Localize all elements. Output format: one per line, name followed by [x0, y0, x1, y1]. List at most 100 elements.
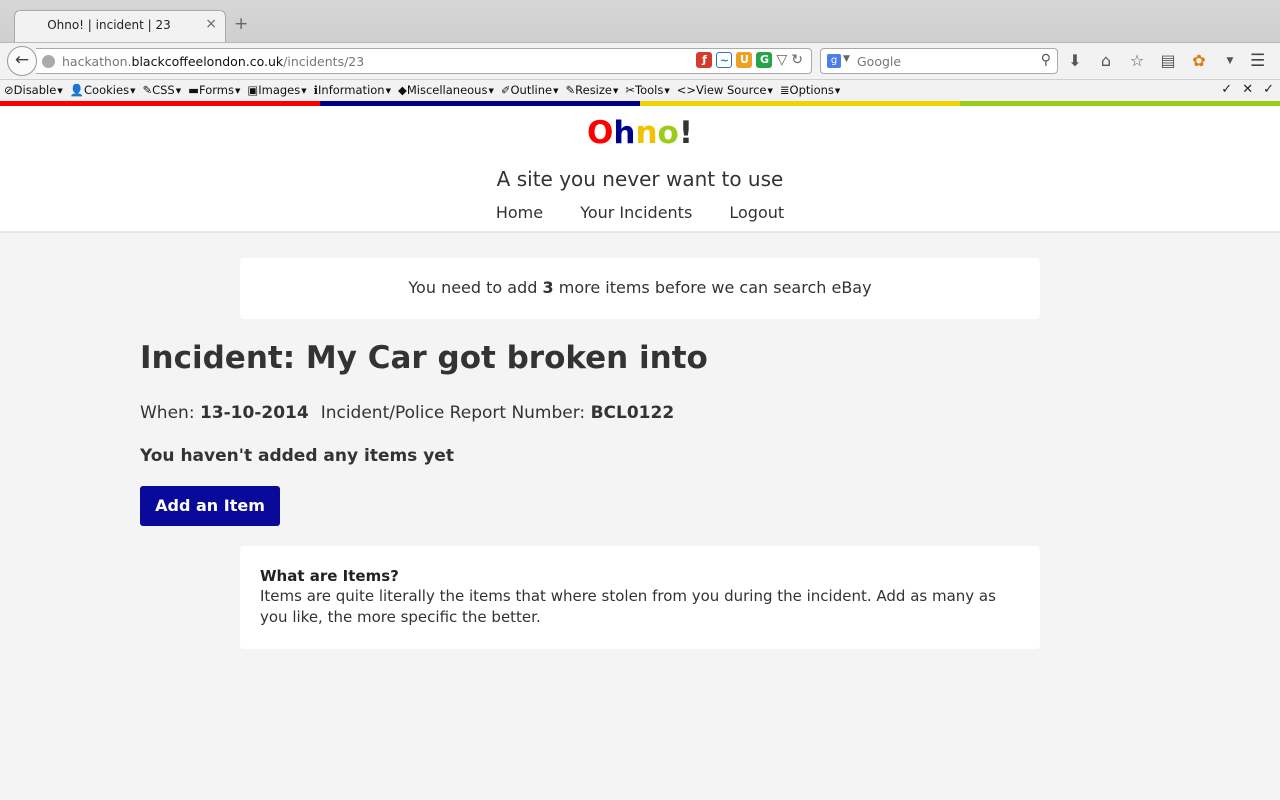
devtool-label: Information: [318, 83, 385, 97]
search-bar[interactable]: g ▼ Google ⚲: [820, 48, 1058, 74]
back-button[interactable]: ←: [7, 46, 37, 76]
google-engine-icon[interactable]: g: [827, 54, 841, 68]
notice-text: You need to add 3 more items before we c…: [408, 278, 872, 297]
logo-letter-h: h: [613, 115, 636, 151]
devtool-images-menu[interactable]: ▣Images▼: [247, 83, 306, 97]
devtool-label: Disable: [13, 83, 57, 97]
home-icon[interactable]: ⌂: [1097, 51, 1115, 70]
devtool-options-menu[interactable]: ≣Options▼: [780, 83, 840, 97]
chevron-down-icon: ▼: [767, 86, 773, 95]
addon-icon[interactable]: ✿: [1190, 51, 1208, 70]
search-icon[interactable]: ⚲: [1041, 52, 1051, 68]
chevron-down-icon: ▼: [385, 86, 391, 95]
logo-exclamation: !: [678, 115, 693, 151]
chevron-down-icon: ▼: [553, 86, 559, 95]
nav-your-incidents-link[interactable]: Your Incidents: [580, 203, 692, 222]
options-icon: ≣: [779, 83, 790, 97]
tools-icon: ✂: [625, 83, 636, 97]
logo-letter-o: O: [587, 115, 614, 151]
chevron-down-icon: ▼: [488, 86, 494, 95]
incident-title: Incident: My Car got broken into: [140, 340, 708, 376]
devtool-resize-menu[interactable]: ✎Resize▼: [566, 83, 619, 97]
devtool-label: Miscellaneous: [406, 83, 488, 97]
devtool-view-source-menu[interactable]: <>View Source▼: [677, 83, 773, 97]
chevron-down-icon: ▼: [130, 86, 136, 95]
outline-icon: ✐: [500, 83, 511, 97]
url-bar[interactable]: hackathon.blackcoffeelondon.co.uk/incide…: [36, 48, 812, 74]
addon-dropdown-icon[interactable]: ▼: [1221, 56, 1239, 66]
devtool-label: CSS: [152, 83, 175, 97]
devtool-label: Options: [789, 83, 834, 97]
devtool-forms-menu[interactable]: ▬Forms▼: [188, 83, 240, 97]
add-item-button[interactable]: Add an Item: [140, 486, 280, 526]
site-tagline: A site you never want to use: [496, 167, 784, 191]
chevron-down-icon: ▼: [301, 86, 307, 95]
devtool-miscellaneous-menu[interactable]: ◆Miscellaneous▼: [398, 83, 494, 97]
site-header: Ohno! A site you never want to use Home …: [0, 106, 1280, 233]
nav-logout-link[interactable]: Logout: [729, 203, 784, 222]
back-arrow-icon: ←: [14, 50, 30, 70]
reload-icon[interactable]: ↻: [791, 52, 803, 68]
chevron-down-icon: ▼: [57, 86, 63, 95]
devtool-label: Cookies: [84, 83, 130, 97]
chevron-down-icon: ▼: [613, 86, 619, 95]
search-placeholder: Google: [857, 54, 902, 69]
nav-home-link[interactable]: Home: [496, 203, 543, 222]
devtool-information-menu[interactable]: ℹInformation▼: [314, 83, 391, 97]
logo-letter-n: n: [635, 115, 658, 151]
chevron-down-icon: ▼: [664, 86, 670, 95]
site-identity-icon[interactable]: [42, 55, 55, 68]
grammar-extension-icon[interactable]: G: [756, 52, 773, 68]
report-number-label: Incident/Police Report Number:: [320, 403, 591, 423]
disable-icon: ⊘: [4, 83, 14, 97]
resize-icon: ✎: [565, 83, 576, 97]
devtool-label: Tools: [635, 83, 664, 97]
when-value: 13-10-2014: [199, 403, 309, 423]
devtool-label: Outline: [510, 83, 553, 97]
close-tab-icon[interactable]: ×: [205, 16, 217, 32]
shield-extension-icon[interactable]: U: [736, 52, 753, 68]
devtool-label: Forms: [199, 83, 234, 97]
font-extension-icon[interactable]: ƒ: [696, 52, 713, 68]
browser-tab[interactable]: Ohno! | incident | 23 ×: [14, 10, 226, 42]
devtool-css-menu[interactable]: ✎CSS▼: [142, 83, 181, 97]
engine-dropdown-icon[interactable]: ▼: [843, 54, 850, 64]
bookmark-star-icon[interactable]: ☆: [1128, 51, 1146, 70]
devtool-outline-menu[interactable]: ✐Outline▼: [501, 83, 559, 97]
items-info-box: What are Items? Items are quite literall…: [240, 546, 1040, 649]
web-developer-toolbar: ⊘Disable▼ 👤Cookies▼ ✎CSS▼ ▬Forms▼ ▣Images▼ ℹI…: [0, 79, 1280, 101]
url-text[interactable]: hackathon.blackcoffeelondon.co.uk/incide…: [62, 54, 364, 69]
url-dropdown-icon[interactable]: ▽: [776, 52, 787, 68]
devtool-disable-menu[interactable]: ⊘Disable▼: [4, 83, 63, 97]
view-source-icon: <>: [676, 83, 697, 97]
forms-icon: ▬: [188, 83, 199, 97]
devtool-label: Images: [258, 83, 301, 97]
when-label: When:: [140, 403, 200, 423]
info-title: What are Items?: [260, 567, 399, 585]
incident-meta: When: 13-10-2014 Incident/Police Report N…: [140, 403, 674, 423]
tab-strip: Ohno! | incident | 23 × +: [0, 0, 1280, 42]
downloads-icon[interactable]: ⬇: [1066, 51, 1084, 70]
devtool-label: View Source: [696, 83, 767, 97]
reading-list-icon[interactable]: ▤: [1159, 51, 1177, 70]
chevron-down-icon: ▼: [175, 86, 182, 95]
new-tab-icon[interactable]: +: [234, 14, 248, 34]
validate-css-icon[interactable]: ✓: [1221, 82, 1232, 97]
no-items-message: You haven't added any items yet: [140, 446, 454, 466]
tab-title: Ohno! | incident | 23: [47, 18, 171, 32]
site-logo[interactable]: Ohno!: [0, 115, 1280, 151]
navigation-toolbar: hackathon.blackcoffeelondon.co.uk/incide…: [0, 42, 1280, 78]
devtool-tools-menu[interactable]: ✂Tools▼: [625, 83, 669, 97]
report-number-value: BCL0122: [590, 403, 675, 423]
images-icon: ▣: [247, 83, 259, 97]
error-console-icon[interactable]: ✕: [1242, 82, 1253, 97]
wave-extension-icon[interactable]: ~: [716, 52, 733, 68]
info-text: Items are quite literally the items that…: [260, 587, 996, 626]
site-nav: Home Your Incidents Logout: [0, 203, 1280, 222]
hamburger-menu-icon[interactable]: ☰: [1250, 51, 1265, 71]
devtool-label: Resize: [575, 83, 612, 97]
miscellaneous-icon: ◆: [397, 83, 407, 97]
devtool-cookies-menu[interactable]: 👤Cookies▼: [70, 83, 136, 97]
logo-letter-o2: o: [657, 115, 679, 151]
validate-html-icon[interactable]: ✓: [1263, 82, 1274, 97]
